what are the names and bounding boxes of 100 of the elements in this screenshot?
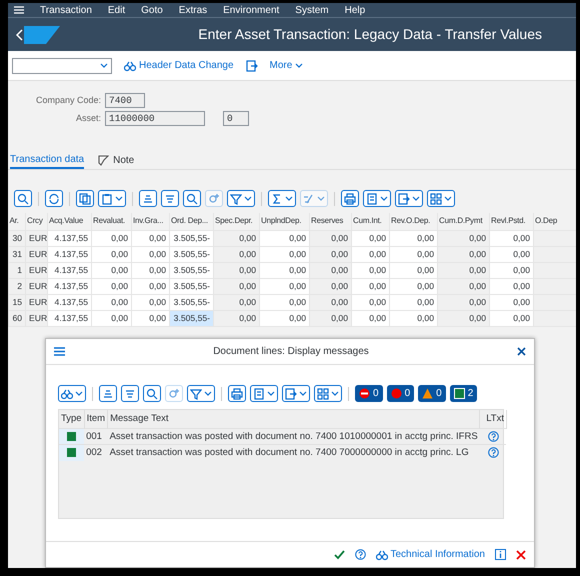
table-cell[interactable]: 0,00 <box>438 230 490 246</box>
table-cell[interactable]: 0,00 <box>490 310 534 326</box>
column-header[interactable]: Ord. Dep... <box>170 213 214 230</box>
export-icon[interactable] <box>246 60 258 72</box>
column-header[interactable]: Crcy <box>26 213 48 230</box>
tab[interactable]: Note <box>98 151 134 169</box>
table-cell[interactable]: 0,00 <box>352 262 390 278</box>
message-filter-button[interactable]: 0 <box>386 385 414 402</box>
table-cell[interactable]: 1 <box>8 262 26 278</box>
subtotal-button[interactable] <box>300 190 328 207</box>
table-cell[interactable]: 0,00 <box>260 262 310 278</box>
menu-item[interactable]: Help <box>344 3 366 18</box>
table-cell[interactable]: 30 <box>8 230 26 246</box>
technical-information-button[interactable]: Technical Information <box>376 547 485 562</box>
table-cell[interactable]: 0,00 <box>390 310 438 326</box>
table-cell[interactable]: 4.137,55 <box>48 278 92 294</box>
close-icon[interactable] <box>516 550 526 560</box>
sort-button[interactable] <box>99 385 117 402</box>
table-cell[interactable]: 0,00 <box>92 278 132 294</box>
table-cell[interactable]: 60 <box>8 310 26 326</box>
magnifier-button[interactable] <box>14 190 32 207</box>
table-cell[interactable]: 0,00 <box>132 294 170 310</box>
column-header[interactable]: Message Text <box>108 410 480 429</box>
message-filter-button[interactable]: 2 <box>450 385 478 402</box>
table-cell[interactable]: 0,00 <box>490 246 534 262</box>
input-field[interactable]: 7400 <box>105 93 145 108</box>
table-cell[interactable]: 0,00 <box>438 294 490 310</box>
table-cell[interactable]: 4.137,55 <box>48 294 92 310</box>
table-cell[interactable]: 0,00 <box>438 262 490 278</box>
info-icon[interactable] <box>495 549 506 560</box>
table-cell[interactable]: 4.137,55 <box>48 310 92 326</box>
message-filter-button[interactable]: 0 <box>418 385 446 402</box>
table-cell[interactable]: 0,00 <box>352 246 390 262</box>
column-header[interactable]: Acq.Value <box>48 213 92 230</box>
column-header[interactable]: Cum.D.Pymt <box>438 213 490 230</box>
layout-button[interactable] <box>250 385 278 402</box>
message-filter-button[interactable]: 0 <box>355 385 383 402</box>
column-header[interactable]: Rev.O.Dep. <box>390 213 438 230</box>
table-cell[interactable]: 31 <box>8 246 26 262</box>
column-header[interactable]: Ar. <box>8 213 26 230</box>
refresh-button[interactable] <box>45 190 63 207</box>
layout-button[interactable] <box>363 190 391 207</box>
table-cell[interactable]: 0,00 <box>92 230 132 246</box>
table-cell[interactable]: 0,00 <box>92 246 132 262</box>
table-cell[interactable]: 0,00 <box>260 294 310 310</box>
column-header[interactable]: LTxt <box>480 410 506 429</box>
table-cell[interactable]: 0,00 <box>92 310 132 326</box>
table-cell[interactable]: 3.505,55- <box>170 310 214 326</box>
close-icon[interactable] <box>517 347 526 356</box>
sort-button[interactable] <box>139 190 157 207</box>
copy-button[interactable] <box>76 190 94 207</box>
search-button[interactable] <box>143 385 161 402</box>
table-cell[interactable]: 0,00 <box>310 246 352 262</box>
table-cell[interactable]: 0,00 <box>214 294 260 310</box>
search-button[interactable] <box>183 190 201 207</box>
table-cell[interactable]: 0,00 <box>92 294 132 310</box>
help-icon[interactable] <box>488 430 499 442</box>
table-cell[interactable]: 0,00 <box>490 294 534 310</box>
header-data-change-button[interactable]: Header Data Change <box>124 58 234 73</box>
menu-item[interactable]: Edit <box>108 3 126 18</box>
table-cell[interactable]: 0,00 <box>352 310 390 326</box>
table-cell[interactable]: 15 <box>8 294 26 310</box>
sort-button[interactable] <box>121 385 139 402</box>
table-cell[interactable]: 0,00 <box>390 230 438 246</box>
table-cell[interactable]: 0,00 <box>260 246 310 262</box>
table-cell[interactable]: 0,00 <box>310 294 352 310</box>
table-cell[interactable]: 0,00 <box>352 230 390 246</box>
sum-button[interactable] <box>268 190 296 207</box>
table-cell[interactable]: 0,00 <box>132 278 170 294</box>
column-header[interactable]: Spec.Depr. <box>214 213 260 230</box>
tab[interactable]: Transaction data <box>10 151 84 169</box>
table-cell[interactable]: 0,00 <box>390 262 438 278</box>
table-cell[interactable]: 0,00 <box>214 246 260 262</box>
menu-item[interactable]: Environment <box>223 3 280 18</box>
input-field[interactable]: 0 <box>223 111 249 126</box>
table-cell[interactable]: 3.505,55- <box>170 230 214 246</box>
table-cell[interactable]: 0,00 <box>352 294 390 310</box>
dropdown-field[interactable] <box>12 58 112 74</box>
table-cell[interactable]: 0,00 <box>438 278 490 294</box>
menu-item[interactable]: Extras <box>178 3 208 18</box>
checkmark-icon[interactable] <box>334 550 344 560</box>
table-cell[interactable]: 0,00 <box>260 278 310 294</box>
table-cell[interactable]: EUR <box>26 230 48 246</box>
table-cell[interactable]: 0,00 <box>310 262 352 278</box>
grid-button[interactable] <box>314 385 342 402</box>
filter-button[interactable] <box>187 385 215 402</box>
column-header[interactable]: O.Dep <box>534 213 576 230</box>
menu-item[interactable]: Transaction <box>40 3 92 18</box>
table-cell[interactable]: 0,00 <box>438 246 490 262</box>
table-cell[interactable]: 0,00 <box>490 278 534 294</box>
column-header[interactable]: Cum.Int. <box>352 213 390 230</box>
grid-button[interactable] <box>427 190 455 207</box>
help-icon[interactable] <box>354 549 366 560</box>
table-cell[interactable]: 3.505,55- <box>170 294 214 310</box>
table-cell[interactable]: 0,00 <box>214 262 260 278</box>
table-cell[interactable]: 0,00 <box>490 262 534 278</box>
filter-button[interactable] <box>227 190 255 207</box>
table-cell[interactable]: 3.505,55- <box>170 262 214 278</box>
table-cell[interactable]: 0,00 <box>214 310 260 326</box>
table-cell[interactable]: 0,00 <box>260 310 310 326</box>
